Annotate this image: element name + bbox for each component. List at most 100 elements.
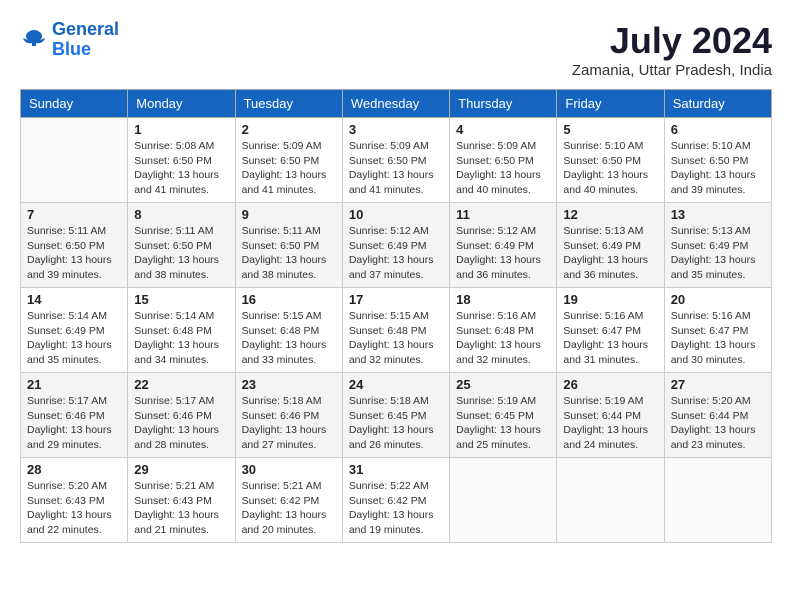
col-header-monday: Monday (128, 90, 235, 118)
calendar-week-2: 7 Sunrise: 5:11 AM Sunset: 6:50 PM Daylig… (21, 203, 772, 288)
cell-info: Sunrise: 5:12 AM Sunset: 6:49 PM Dayligh… (456, 224, 550, 283)
cell-info: Sunrise: 5:09 AM Sunset: 6:50 PM Dayligh… (456, 139, 550, 198)
logo-text: GeneralBlue (52, 20, 119, 60)
cell-info: Sunrise: 5:12 AM Sunset: 6:49 PM Dayligh… (349, 224, 443, 283)
day-number: 10 (349, 207, 443, 222)
calendar-cell: 2 Sunrise: 5:09 AM Sunset: 6:50 PM Daylig… (235, 118, 342, 203)
calendar-cell: 1 Sunrise: 5:08 AM Sunset: 6:50 PM Daylig… (128, 118, 235, 203)
cell-info: Sunrise: 5:22 AM Sunset: 6:42 PM Dayligh… (349, 479, 443, 538)
cell-info: Sunrise: 5:16 AM Sunset: 6:47 PM Dayligh… (563, 309, 657, 368)
cell-info: Sunrise: 5:17 AM Sunset: 6:46 PM Dayligh… (27, 394, 121, 453)
calendar-cell: 14 Sunrise: 5:14 AM Sunset: 6:49 PM Dayli… (21, 288, 128, 373)
day-number: 21 (27, 377, 121, 392)
day-number: 18 (456, 292, 550, 307)
col-header-thursday: Thursday (450, 90, 557, 118)
day-number: 19 (563, 292, 657, 307)
day-number: 22 (134, 377, 228, 392)
calendar-week-5: 28 Sunrise: 5:20 AM Sunset: 6:43 PM Dayli… (21, 458, 772, 543)
calendar-cell: 29Sunrise: 5:21 AM Sunset: 6:43 PM Dayli… (128, 458, 235, 543)
calendar-cell (450, 458, 557, 543)
day-number: 16 (242, 292, 336, 307)
day-number: 8 (134, 207, 228, 222)
day-number: 1 (134, 122, 228, 137)
calendar-cell (664, 458, 771, 543)
calendar-week-4: 21 Sunrise: 5:17 AM Sunset: 6:46 PM Dayli… (21, 373, 772, 458)
col-header-tuesday: Tuesday (235, 90, 342, 118)
calendar-cell (557, 458, 664, 543)
day-number: 30 (242, 462, 336, 477)
cell-info: Sunrise: 5:19 AM Sunset: 6:44 PM Dayligh… (563, 394, 657, 453)
calendar-cell: 18Sunrise: 5:16 AM Sunset: 6:48 PM Dayli… (450, 288, 557, 373)
day-number: 2 (242, 122, 336, 137)
day-number: 4 (456, 122, 550, 137)
calendar-cell: 17 Sunrise: 5:15 AM Sunset: 6:48 PM Dayli… (342, 288, 449, 373)
cell-info: Sunrise: 5:17 AM Sunset: 6:46 PM Dayligh… (134, 394, 228, 453)
calendar-cell: 12 Sunrise: 5:13 AM Sunset: 6:49 PM Dayli… (557, 203, 664, 288)
cell-info: Sunrise: 5:13 AM Sunset: 6:49 PM Dayligh… (563, 224, 657, 283)
day-number: 3 (349, 122, 443, 137)
day-number: 24 (349, 377, 443, 392)
col-header-friday: Friday (557, 90, 664, 118)
day-number: 20 (671, 292, 765, 307)
calendar-cell: 19 Sunrise: 5:16 AM Sunset: 6:47 PM Dayli… (557, 288, 664, 373)
cell-info: Sunrise: 5:18 AM Sunset: 6:45 PM Dayligh… (349, 394, 443, 453)
day-number: 25 (456, 377, 550, 392)
day-number: 23 (242, 377, 336, 392)
day-number: 6 (671, 122, 765, 137)
calendar-cell: 5Sunrise: 5:10 AM Sunset: 6:50 PM Daylig… (557, 118, 664, 203)
day-number: 13 (671, 207, 765, 222)
day-number: 7 (27, 207, 121, 222)
day-number: 31 (349, 462, 443, 477)
cell-info: Sunrise: 5:13 AM Sunset: 6:49 PM Dayligh… (671, 224, 765, 283)
calendar-cell: 24 Sunrise: 5:18 AM Sunset: 6:45 PM Dayli… (342, 373, 449, 458)
cell-info: Sunrise: 5:10 AM Sunset: 6:50 PM Dayligh… (563, 139, 657, 198)
calendar-cell: 11 Sunrise: 5:12 AM Sunset: 6:49 PM Dayli… (450, 203, 557, 288)
cell-info: Sunrise: 5:09 AM Sunset: 6:50 PM Dayligh… (242, 139, 336, 198)
calendar-cell: 31 Sunrise: 5:22 AM Sunset: 6:42 PM Dayli… (342, 458, 449, 543)
cell-info: Sunrise: 5:21 AM Sunset: 6:42 PM Dayligh… (242, 479, 336, 538)
calendar-cell: 27Sunrise: 5:20 AM Sunset: 6:44 PM Dayli… (664, 373, 771, 458)
cell-info: Sunrise: 5:18 AM Sunset: 6:46 PM Dayligh… (242, 394, 336, 453)
cell-info: Sunrise: 5:14 AM Sunset: 6:48 PM Dayligh… (134, 309, 228, 368)
calendar-cell: 10 Sunrise: 5:12 AM Sunset: 6:49 PM Dayli… (342, 203, 449, 288)
cell-info: Sunrise: 5:08 AM Sunset: 6:50 PM Dayligh… (134, 139, 228, 198)
month-year-title: July 2024 (572, 20, 772, 62)
calendar-cell: 8Sunrise: 5:11 AM Sunset: 6:50 PM Daylig… (128, 203, 235, 288)
day-number: 14 (27, 292, 121, 307)
page-header: GeneralBlue July 2024 Zamania, Uttar Pra… (20, 20, 772, 79)
col-header-wednesday: Wednesday (342, 90, 449, 118)
cell-info: Sunrise: 5:20 AM Sunset: 6:43 PM Dayligh… (27, 479, 121, 538)
day-number: 28 (27, 462, 121, 477)
calendar-week-1: 1 Sunrise: 5:08 AM Sunset: 6:50 PM Daylig… (21, 118, 772, 203)
day-number: 17 (349, 292, 443, 307)
calendar-cell: 25 Sunrise: 5:19 AM Sunset: 6:45 PM Dayli… (450, 373, 557, 458)
calendar-cell: 26 Sunrise: 5:19 AM Sunset: 6:44 PM Dayli… (557, 373, 664, 458)
calendar-cell: 22 Sunrise: 5:17 AM Sunset: 6:46 PM Dayli… (128, 373, 235, 458)
cell-info: Sunrise: 5:15 AM Sunset: 6:48 PM Dayligh… (349, 309, 443, 368)
day-number: 26 (563, 377, 657, 392)
day-number: 12 (563, 207, 657, 222)
calendar-cell: 20 Sunrise: 5:16 AM Sunset: 6:47 PM Dayli… (664, 288, 771, 373)
cell-info: Sunrise: 5:10 AM Sunset: 6:50 PM Dayligh… (671, 139, 765, 198)
cell-info: Sunrise: 5:19 AM Sunset: 6:45 PM Dayligh… (456, 394, 550, 453)
cell-info: Sunrise: 5:11 AM Sunset: 6:50 PM Dayligh… (242, 224, 336, 283)
day-number: 15 (134, 292, 228, 307)
calendar-cell: 9Sunrise: 5:11 AM Sunset: 6:50 PM Daylig… (235, 203, 342, 288)
day-number: 11 (456, 207, 550, 222)
cell-info: Sunrise: 5:14 AM Sunset: 6:49 PM Dayligh… (27, 309, 121, 368)
calendar-table: SundayMondayTuesdayWednesdayThursdayFrid… (20, 89, 772, 543)
cell-info: Sunrise: 5:21 AM Sunset: 6:43 PM Dayligh… (134, 479, 228, 538)
location-subtitle: Zamania, Uttar Pradesh, India (572, 62, 772, 79)
cell-info: Sunrise: 5:11 AM Sunset: 6:50 PM Dayligh… (27, 224, 121, 283)
calendar-cell: 7 Sunrise: 5:11 AM Sunset: 6:50 PM Daylig… (21, 203, 128, 288)
calendar-cell: 28 Sunrise: 5:20 AM Sunset: 6:43 PM Dayli… (21, 458, 128, 543)
col-header-sunday: Sunday (21, 90, 128, 118)
calendar-cell (21, 118, 128, 203)
logo: GeneralBlue (20, 20, 119, 60)
calendar-cell: 23 Sunrise: 5:18 AM Sunset: 6:46 PM Dayli… (235, 373, 342, 458)
col-header-saturday: Saturday (664, 90, 771, 118)
cell-info: Sunrise: 5:15 AM Sunset: 6:48 PM Dayligh… (242, 309, 336, 368)
cell-info: Sunrise: 5:16 AM Sunset: 6:47 PM Dayligh… (671, 309, 765, 368)
cell-info: Sunrise: 5:09 AM Sunset: 6:50 PM Dayligh… (349, 139, 443, 198)
calendar-cell: 21 Sunrise: 5:17 AM Sunset: 6:46 PM Dayli… (21, 373, 128, 458)
